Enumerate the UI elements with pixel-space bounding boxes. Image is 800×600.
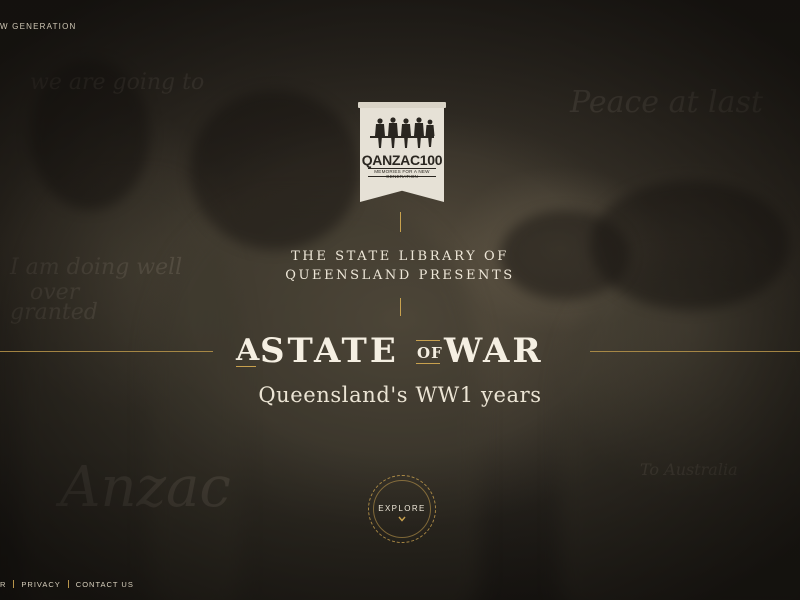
footer-separator — [67, 580, 69, 588]
presents-line-2: QUEENSLAND PRESENTS — [285, 268, 515, 283]
explore-label: EXPLORE — [378, 504, 426, 513]
title-war: WAR — [444, 331, 544, 371]
title-state: STATE — [260, 331, 399, 371]
title-a-underline — [236, 366, 256, 367]
explore-button[interactable]: EXPLORE — [368, 475, 436, 543]
page-subtitle: Queensland's WW1 years — [258, 383, 542, 407]
logo-bar — [358, 102, 446, 108]
title-a: A — [236, 333, 261, 368]
vertical-rule — [400, 298, 401, 316]
logo-subtitle: MEMORIES FOR A NEW GENERATION — [374, 169, 430, 179]
logo-name: QANZAC100 — [361, 152, 443, 168]
title-of-underline — [416, 363, 440, 364]
vertical-rule — [400, 212, 401, 232]
footer-link-contact[interactable]: CONTACT US — [76, 580, 134, 589]
title-of: OF — [417, 344, 443, 362]
page-title: A STATE OF WAR — [230, 330, 575, 371]
soldiers-icon — [370, 117, 435, 148]
chevron-down-icon — [398, 516, 406, 522]
footer-link-privacy[interactable]: PRIVACY — [21, 580, 60, 589]
footer-link-terms[interactable]: R — [0, 580, 6, 589]
footer-links: R PRIVACY CONTACT US — [0, 580, 134, 589]
qanzac100-logo[interactable]: QANZAC100 MEMORIES FOR A NEW GENERATION — [358, 102, 446, 202]
title-rule-left — [0, 351, 213, 352]
footer-separator — [13, 580, 15, 588]
presents-line-1: THE STATE LIBRARY OF — [291, 249, 509, 264]
title-rule-right — [590, 351, 800, 352]
logo-divider — [368, 176, 436, 177]
header-tagline: W GENERATION — [0, 22, 77, 31]
title-of-overline — [416, 340, 440, 341]
presents-heading: THE STATE LIBRARY OF QUEENSLAND PRESENTS — [200, 247, 600, 285]
